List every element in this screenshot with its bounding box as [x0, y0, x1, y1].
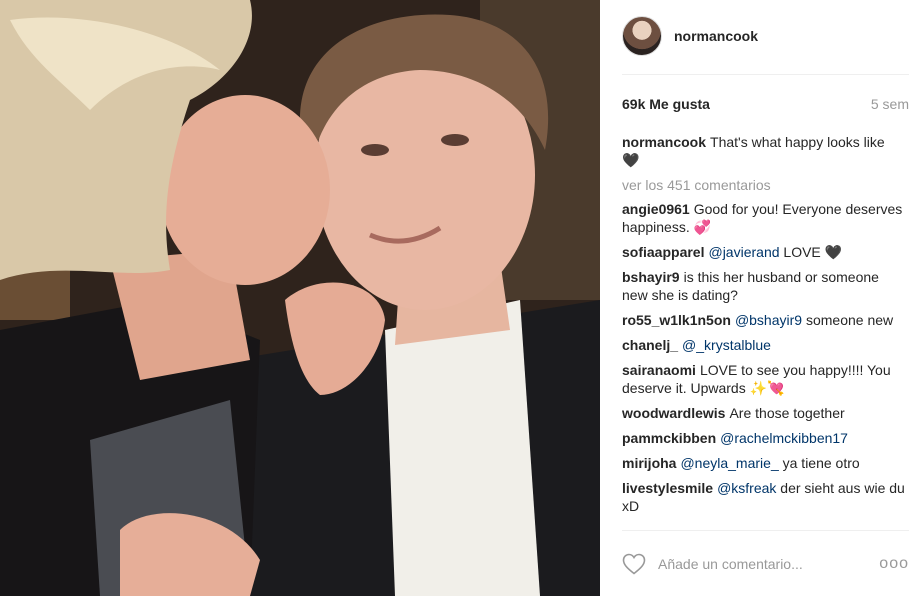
comment-username[interactable]: sairanaomi — [622, 362, 696, 378]
comment-username[interactable]: sofiaapparel — [622, 244, 704, 260]
post-side-panel: normancook 69k Me gusta 5 sem normancook… — [600, 0, 915, 596]
list-item: bshayir9 is this her husband or someone n… — [622, 268, 905, 304]
more-options-icon[interactable]: ooo — [879, 555, 909, 573]
list-item: livestylesmile @ksfreak der sieht aus wie… — [622, 479, 905, 515]
post-header: normancook — [622, 16, 909, 75]
comment-username[interactable]: livestylesmile — [622, 480, 713, 496]
comment-mention[interactable]: @ksfreak — [717, 480, 776, 496]
comment-text: LOVE 🖤 — [779, 244, 843, 260]
comment-bar: ooo — [622, 530, 909, 597]
comment-mention[interactable]: @javierand — [708, 244, 779, 260]
comment-username[interactable]: angie0961 — [622, 201, 690, 217]
heart-outline-icon[interactable] — [622, 553, 646, 575]
comment-username[interactable]: woodwardlewis — [622, 405, 725, 421]
comments-list[interactable]: normancook That's what happy looks like 🖤… — [622, 133, 905, 530]
photo-illustration — [0, 0, 600, 596]
comment-mention[interactable]: @_krystalblue — [682, 337, 771, 353]
list-item: sairanaomi LOVE to see you happy!!!! You … — [622, 361, 905, 397]
list-item: chanelj_ @_krystalblue — [622, 336, 905, 354]
comment-text: someone new — [802, 312, 894, 328]
likes-count[interactable]: 69k Me gusta — [622, 96, 710, 112]
view-all-comments-link[interactable]: ver los 451 comentarios — [622, 176, 905, 194]
list-item: angie0961 Good for you! Everyone deserves… — [622, 200, 905, 236]
comment-text: ya tiene otro — [778, 455, 860, 471]
list-item: pammckibben @rachelmckibben17 — [622, 429, 905, 447]
comment-username[interactable]: ro55_w1lk1n5on — [622, 312, 731, 328]
post-stats: 69k Me gusta 5 sem — [622, 96, 909, 112]
comment-mention[interactable]: @bshayir9 — [735, 312, 802, 328]
comment-username[interactable]: pammckibben — [622, 430, 716, 446]
comment-text: Are those together — [729, 405, 845, 421]
list-item: mirijoha @neyla_marie_ ya tiene otro — [622, 454, 905, 472]
instagram-post: normancook 69k Me gusta 5 sem normancook… — [0, 0, 915, 596]
avatar[interactable] — [622, 16, 662, 56]
comment-username[interactable]: bshayir9 — [622, 269, 680, 285]
comment-username[interactable]: chanelj_ — [622, 337, 678, 353]
comment-mention[interactable]: @neyla_marie_ — [680, 455, 778, 471]
caption: normancook That's what happy looks like 🖤 — [622, 133, 905, 169]
comment-mention[interactable]: @rachelmckibben17 — [720, 430, 848, 446]
add-comment-input[interactable] — [656, 555, 880, 573]
post-time[interactable]: 5 sem — [871, 96, 909, 112]
list-item: ro55_w1lk1n5on @bshayir9 someone new — [622, 311, 905, 329]
list-item: woodwardlewis Are those together — [622, 404, 905, 422]
author-username[interactable]: normancook — [674, 28, 758, 44]
post-photo[interactable] — [0, 0, 600, 596]
list-item: sofiaapparel @javierand LOVE 🖤 — [622, 243, 905, 261]
comment-username[interactable]: mirijoha — [622, 455, 676, 471]
caption-username[interactable]: normancook — [622, 134, 706, 150]
